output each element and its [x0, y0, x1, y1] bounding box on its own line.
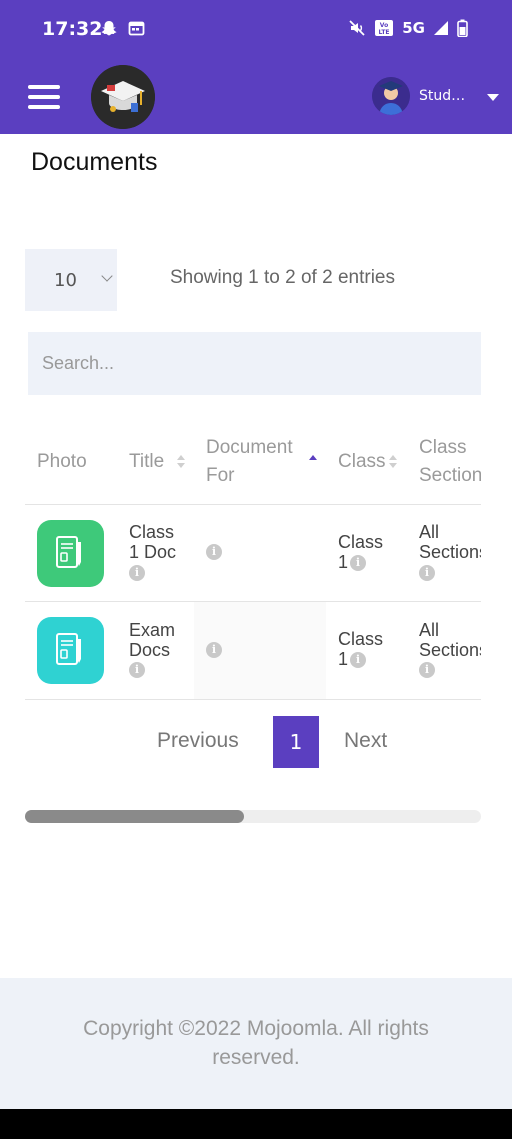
sort-asc-active-icon	[309, 455, 317, 460]
row-divider	[25, 699, 481, 700]
battery-icon	[457, 19, 468, 37]
info-icon[interactable]: i	[419, 662, 435, 678]
info-icon[interactable]: i	[206, 544, 222, 560]
user-menu-caret-icon[interactable]	[487, 94, 499, 101]
status-notification-icons	[100, 20, 145, 38]
scrollbar-thumb[interactable]	[25, 810, 244, 823]
column-header-photo[interactable]: Photo	[37, 448, 87, 476]
document-icon	[56, 633, 81, 665]
document-title: Class 1 Doc	[129, 522, 177, 562]
column-header-class-section[interactable]: Class Section	[419, 434, 481, 490]
system-nav-bar	[0, 1109, 512, 1139]
column-header-document-for[interactable]: Document For	[206, 434, 318, 490]
user-name[interactable]: Student	[419, 88, 471, 104]
table-info: Showing 1 to 2 of 2 entries	[170, 267, 395, 288]
column-header-title[interactable]: Title	[129, 448, 164, 476]
page-length-value: 10	[54, 269, 77, 291]
sort-up-icon	[389, 455, 397, 460]
page-length-select[interactable]: 10	[25, 249, 117, 311]
chevron-down-icon	[101, 270, 113, 282]
document-class: Class 1	[338, 532, 384, 572]
search-input[interactable]	[28, 332, 481, 395]
row-divider	[25, 601, 481, 602]
network-type: 5G	[402, 19, 425, 37]
next-page-button[interactable]: Next	[344, 729, 387, 753]
svg-text:Vo: Vo	[380, 22, 388, 29]
document-thumbnail[interactable]	[37, 520, 104, 587]
previous-page-button[interactable]: Previous	[157, 729, 239, 753]
header-divider	[25, 504, 481, 505]
status-time: 17:32	[42, 18, 103, 40]
info-icon[interactable]: i	[206, 642, 222, 658]
horizontal-scrollbar[interactable]	[25, 810, 481, 823]
info-icon[interactable]: i	[129, 565, 145, 581]
sort-down-icon	[389, 463, 397, 468]
app-bar: Student	[0, 60, 512, 134]
info-icon[interactable]: i	[129, 662, 145, 678]
volte-icon: VoLTE	[375, 20, 394, 36]
mute-icon	[349, 20, 365, 36]
info-icon[interactable]: i	[419, 565, 435, 581]
svg-text:LTE: LTE	[379, 29, 390, 36]
signal-icon	[434, 21, 448, 35]
document-title: Exam Docs	[129, 620, 176, 660]
document-section: All Sections	[419, 620, 481, 660]
menu-icon[interactable]	[28, 85, 60, 109]
document-thumbnail[interactable]	[37, 617, 104, 684]
status-system-icons: Vo LTE 5G	[348, 19, 468, 37]
footer: Copyright ©2022 Mojoomla. All rights res…	[0, 978, 512, 1109]
sort-down-icon	[177, 463, 185, 468]
info-icon[interactable]: i	[350, 555, 366, 571]
document-class: Class 1	[338, 629, 384, 669]
school-logo	[91, 65, 155, 129]
copyright-text: Copyright ©2022 Mojoomla. All rights res…	[83, 1017, 429, 1069]
status-bar: 17:32 Vo LTE 5G	[0, 0, 512, 60]
page-title: Documents	[31, 148, 158, 176]
documents-table: Photo Title Document For Class Class Sec…	[25, 420, 481, 700]
snapchat-icon	[101, 21, 117, 36]
calendar-icon	[128, 21, 145, 36]
document-section: All Sections	[419, 522, 481, 562]
info-icon[interactable]: i	[350, 652, 366, 668]
pagination: Previous 1 Next	[0, 716, 512, 768]
column-header-class[interactable]: Class	[338, 448, 394, 476]
document-icon	[56, 536, 81, 568]
page-1-button[interactable]: 1	[273, 716, 319, 768]
user-avatar[interactable]	[372, 77, 410, 115]
sort-up-icon	[177, 455, 185, 460]
